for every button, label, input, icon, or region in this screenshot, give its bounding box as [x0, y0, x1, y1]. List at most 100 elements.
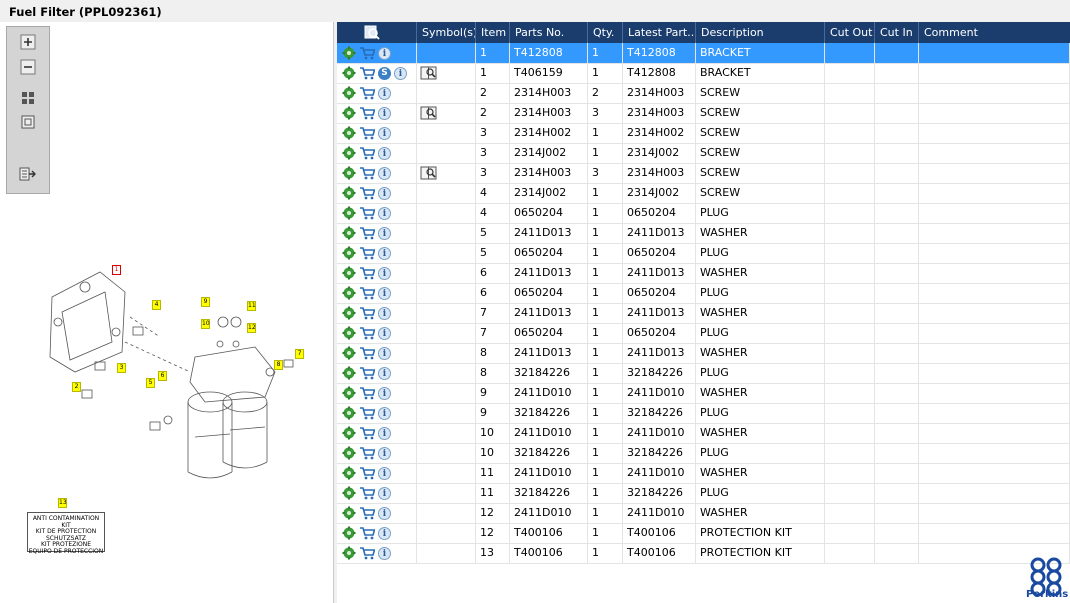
actual-size-icon[interactable] [18, 113, 38, 131]
config-gear-icon[interactable] [342, 346, 356, 360]
info-icon[interactable]: i [378, 386, 391, 400]
info-icon[interactable]: i [378, 326, 391, 340]
callout-10[interactable]: 10 [201, 319, 210, 329]
table-row[interactable]: i 4 0650204 1 0650204 PLUG [337, 203, 1070, 224]
table-row[interactable]: i 5 2411D013 1 2411D013 WASHER [337, 223, 1070, 244]
column-icons[interactable] [337, 22, 417, 43]
callout-9[interactable]: 9 [201, 297, 210, 307]
info-icon[interactable]: i [378, 546, 391, 560]
table-row[interactable]: i 7 0650204 1 0650204 PLUG [337, 323, 1070, 344]
table-row[interactable]: i 4 2314J002 1 2314J002 SCREW [337, 183, 1070, 204]
column-cut-in[interactable]: Cut In [875, 22, 919, 43]
callout-5[interactable]: 5 [146, 378, 155, 388]
config-gear-icon[interactable] [342, 186, 356, 200]
add-to-cart-icon[interactable] [359, 286, 375, 300]
add-to-cart-icon[interactable] [359, 246, 375, 260]
info-icon[interactable]: i [378, 166, 391, 180]
table-row[interactable]: i 8 2411D013 1 2411D013 WASHER [337, 343, 1070, 364]
table-row[interactable]: i 3 2314H002 1 2314H002 SCREW [337, 123, 1070, 144]
fit-icon[interactable] [18, 89, 38, 107]
config-gear-icon[interactable] [342, 146, 356, 160]
column-symbols[interactable]: Symbol(s) [417, 22, 476, 43]
search-drawing-icon[interactable] [364, 25, 380, 40]
add-to-cart-icon[interactable] [359, 306, 375, 320]
config-gear-icon[interactable] [342, 326, 356, 340]
callout-4[interactable]: 4 [152, 300, 161, 310]
add-to-cart-icon[interactable] [359, 386, 375, 400]
add-to-cart-icon[interactable] [359, 86, 375, 100]
config-gear-icon[interactable] [342, 466, 356, 480]
config-gear-icon[interactable] [342, 206, 356, 220]
info-icon[interactable]: i [378, 146, 391, 160]
supersession-icon[interactable]: S [378, 66, 391, 80]
callout-8[interactable]: 8 [274, 360, 283, 370]
info-icon[interactable]: i [378, 446, 391, 460]
table-row[interactable]: i 2 2314H003 2 2314H003 SCREW [337, 83, 1070, 104]
add-to-cart-icon[interactable] [359, 506, 375, 520]
add-to-cart-icon[interactable] [359, 426, 375, 440]
add-to-cart-icon[interactable] [359, 226, 375, 240]
info-icon[interactable]: i [378, 266, 391, 280]
callout-12[interactable]: 12 [247, 323, 256, 333]
table-row[interactable]: i 8 32184226 1 32184226 PLUG [337, 363, 1070, 384]
config-gear-icon[interactable] [342, 126, 356, 140]
info-icon[interactable]: i [378, 106, 391, 120]
add-to-cart-icon[interactable] [359, 346, 375, 360]
table-row[interactable]: i 2 2314H003 3 2314H003 SCREW [337, 103, 1070, 124]
table-row[interactable]: i 1 T412808 1 T412808 BRACKET [337, 43, 1070, 64]
info-icon[interactable]: i [378, 226, 391, 240]
info-icon[interactable]: i [378, 526, 391, 540]
config-gear-icon[interactable] [342, 366, 356, 380]
export-icon[interactable] [18, 165, 38, 183]
info-icon[interactable]: i [378, 426, 391, 440]
callout-6[interactable]: 6 [158, 371, 167, 381]
config-gear-icon[interactable] [342, 46, 356, 60]
column-item[interactable]: Item [476, 22, 510, 43]
config-gear-icon[interactable] [342, 226, 356, 240]
config-gear-icon[interactable] [342, 486, 356, 500]
table-row[interactable]: i 3 2314H003 3 2314H003 SCREW [337, 163, 1070, 184]
info-icon[interactable]: i [378, 46, 391, 60]
info-icon[interactable]: i [378, 486, 391, 500]
callout-1[interactable]: 1 [112, 265, 121, 275]
config-gear-icon[interactable] [342, 106, 356, 120]
column-description[interactable]: Description [696, 22, 825, 43]
table-row[interactable]: i 5 0650204 1 0650204 PLUG [337, 243, 1070, 264]
info-icon[interactable]: i [378, 206, 391, 220]
table-row[interactable]: i 13 T400106 1 T400106 PROTECTION KIT [337, 543, 1070, 564]
add-to-cart-icon[interactable] [359, 206, 375, 220]
column-parts-no[interactable]: Parts No. [510, 22, 588, 43]
add-to-cart-icon[interactable] [359, 66, 375, 80]
config-gear-icon[interactable] [342, 426, 356, 440]
add-to-cart-icon[interactable] [359, 526, 375, 540]
config-gear-icon[interactable] [342, 406, 356, 420]
info-icon[interactable]: i [378, 186, 391, 200]
config-gear-icon[interactable] [342, 86, 356, 100]
add-to-cart-icon[interactable] [359, 546, 375, 560]
catalog-book-icon[interactable] [420, 106, 438, 120]
add-to-cart-icon[interactable] [359, 46, 375, 60]
add-to-cart-icon[interactable] [359, 486, 375, 500]
column-qty[interactable]: Qty. [588, 22, 623, 43]
table-row[interactable]: i 11 2411D010 1 2411D010 WASHER [337, 463, 1070, 484]
info-icon[interactable]: i [378, 466, 391, 480]
info-icon[interactable]: i [394, 66, 407, 80]
config-gear-icon[interactable] [342, 306, 356, 320]
column-cut-out[interactable]: Cut Out [825, 22, 875, 43]
info-icon[interactable]: i [378, 246, 391, 260]
add-to-cart-icon[interactable] [359, 266, 375, 280]
add-to-cart-icon[interactable] [359, 166, 375, 180]
catalog-book-icon[interactable] [420, 166, 438, 180]
add-to-cart-icon[interactable] [359, 106, 375, 120]
info-icon[interactable]: i [378, 406, 391, 420]
table-row[interactable]: i 7 2411D013 1 2411D013 WASHER [337, 303, 1070, 324]
info-icon[interactable]: i [378, 86, 391, 100]
illustration-pane[interactable]: 1 2 3 4 5 6 7 8 9 10 11 12 13 ANTI CONTA… [0, 22, 334, 603]
add-to-cart-icon[interactable] [359, 186, 375, 200]
config-gear-icon[interactable] [342, 266, 356, 280]
table-row[interactable]: i 12 2411D010 1 2411D010 WASHER [337, 503, 1070, 524]
table-row[interactable]: i 10 2411D010 1 2411D010 WASHER [337, 423, 1070, 444]
column-comment[interactable]: Comment [919, 22, 1070, 43]
info-icon[interactable]: i [378, 126, 391, 140]
column-latest-part[interactable]: Latest Part... [623, 22, 696, 43]
